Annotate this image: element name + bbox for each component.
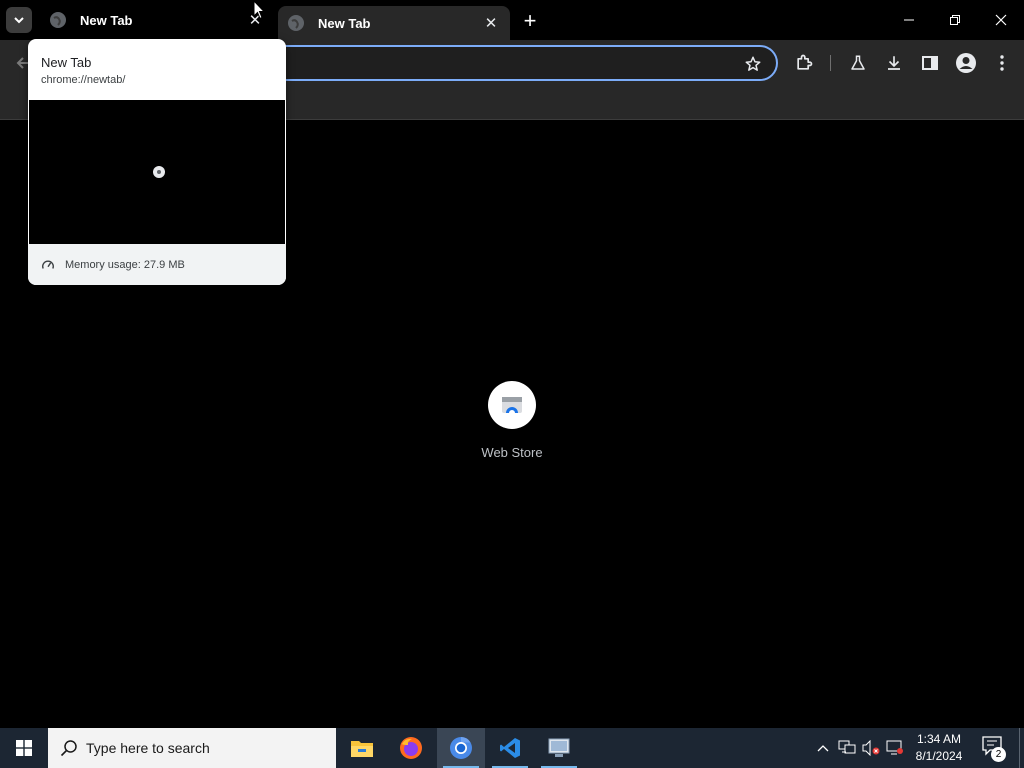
tab-hover-card: New Tab chrome://newtab/ Memory usage: 2…: [28, 39, 286, 285]
clock-date: 8/1/2024: [915, 749, 963, 763]
bookmark-star-button[interactable]: [742, 53, 764, 75]
show-desktop-button[interactable]: [1019, 728, 1020, 768]
search-placeholder: Type here to search: [86, 740, 210, 756]
vscode-icon: [500, 738, 520, 758]
network-icon: [838, 740, 856, 754]
close-icon: [995, 14, 1007, 26]
tray-network[interactable]: [837, 738, 857, 758]
clock-time: 1:34 AM: [916, 732, 962, 746]
kebab-menu-icon: [1000, 55, 1004, 71]
display-icon: [886, 740, 903, 755]
taskbar-search[interactable]: Type here to search: [48, 728, 336, 768]
notification-count: 2: [991, 747, 1006, 762]
memory-usage: Memory usage: 27.9 MB: [65, 258, 185, 271]
hover-card-title: New Tab: [41, 55, 92, 70]
shortcut-web-store[interactable]: Web Store: [472, 381, 552, 460]
extensions-button[interactable]: [792, 51, 816, 75]
globe-icon: [50, 12, 66, 28]
tab-title: New Tab: [80, 12, 133, 28]
web-store-icon: [488, 381, 536, 429]
side-panel-icon: [922, 56, 938, 70]
minimize-button[interactable]: [886, 0, 932, 40]
minimize-icon: [904, 19, 914, 21]
firefox-icon: [400, 737, 422, 759]
tab-new-tab-1[interactable]: New Tab ✕: [40, 0, 274, 40]
hover-card-url: chrome://newtab/: [41, 74, 126, 86]
tray-chevron-up[interactable]: [813, 738, 833, 758]
mouse-cursor-icon: [253, 0, 265, 20]
side-panel-button[interactable]: [918, 51, 942, 75]
start-button[interactable]: [0, 728, 48, 768]
taskbar-firefox[interactable]: [387, 728, 435, 768]
puzzle-icon: [797, 54, 813, 70]
profile-button[interactable]: [954, 51, 978, 75]
volume-muted-icon: [862, 740, 880, 756]
windows-taskbar: Type here to search 1:34 AM 8/1/2024 2: [0, 728, 1024, 768]
restore-button[interactable]: [932, 0, 978, 40]
star-icon: [745, 56, 761, 71]
tab-search-button[interactable]: [6, 7, 32, 33]
tab-title: New Tab: [318, 15, 371, 31]
taskbar-file-explorer[interactable]: [338, 728, 386, 768]
taskbar-chrome[interactable]: [437, 728, 485, 768]
chrome-icon: [450, 737, 472, 759]
tray-volume[interactable]: [861, 738, 881, 758]
download-icon: [888, 56, 900, 70]
taskbar-remote-desktop[interactable]: [535, 728, 583, 768]
hover-card-footer: Memory usage: 27.9 MB: [28, 244, 286, 285]
toolbar-separator: [830, 55, 831, 71]
menu-button[interactable]: [990, 51, 1014, 75]
avatar-icon: [956, 53, 976, 73]
new-tab-button[interactable]: +: [518, 9, 542, 33]
file-explorer-icon: [351, 741, 373, 757]
hover-card-preview: [29, 100, 285, 244]
tab-strip: New Tab ✕ New Tab ✕ +: [0, 0, 1024, 40]
flask-icon: [851, 55, 865, 70]
tab-new-tab-2[interactable]: New Tab ✕: [278, 6, 510, 40]
tray-display[interactable]: [885, 738, 905, 758]
close-icon[interactable]: ✕: [482, 14, 500, 32]
windows-logo-icon: [16, 740, 32, 756]
chevron-up-icon: [817, 745, 829, 752]
remote-desktop-icon: [548, 738, 570, 757]
labs-button[interactable]: [846, 51, 870, 75]
chevron-down-icon: [14, 17, 24, 24]
taskbar-vscode[interactable]: [486, 728, 534, 768]
speedometer-icon: [42, 260, 54, 269]
close-window-button[interactable]: [978, 0, 1024, 40]
restore-icon: [950, 15, 960, 25]
loading-icon: [153, 166, 165, 178]
shortcut-label: Web Store: [481, 445, 543, 460]
downloads-button[interactable]: [882, 51, 906, 75]
search-icon: [60, 740, 77, 757]
globe-icon: [288, 15, 304, 31]
system-clock[interactable]: 1:34 AM 8/1/2024: [908, 731, 970, 765]
